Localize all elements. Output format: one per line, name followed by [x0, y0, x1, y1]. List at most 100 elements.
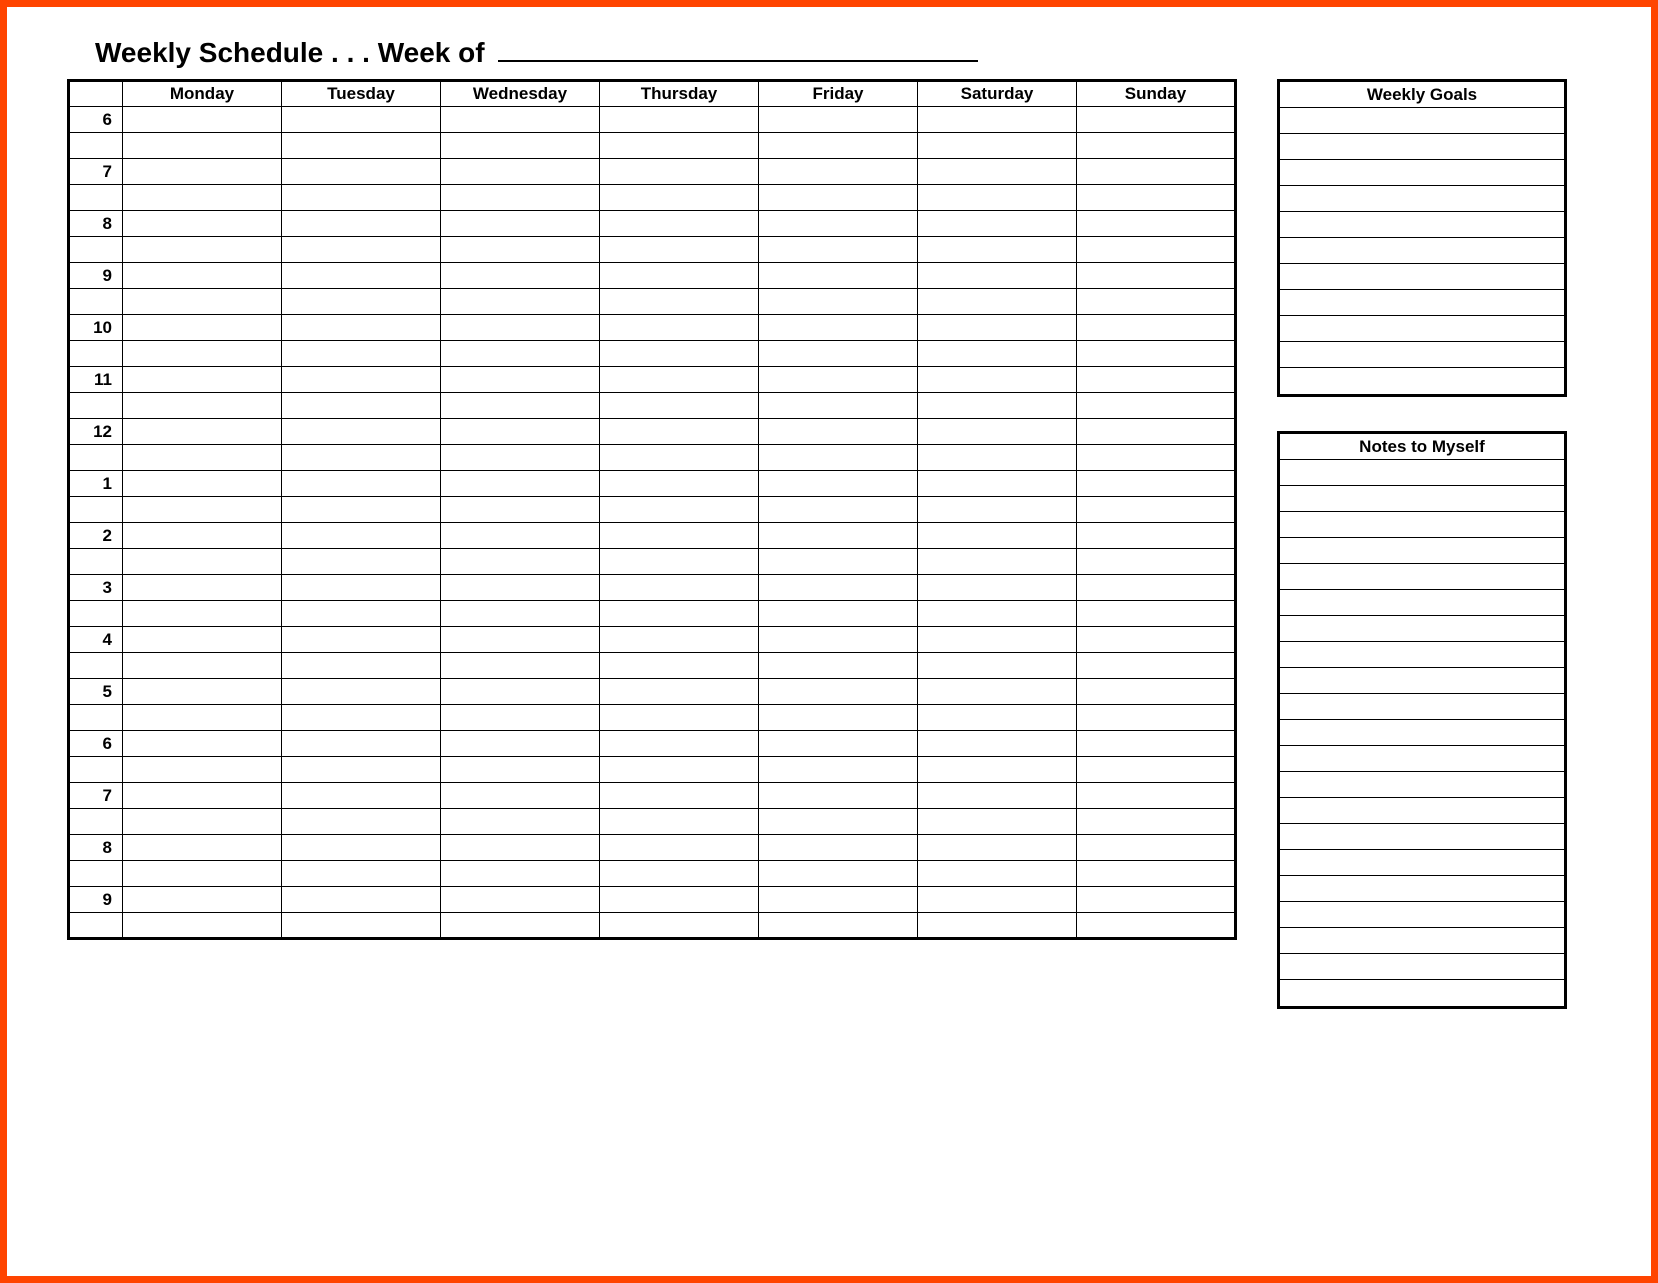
schedule-cell[interactable]: [759, 835, 918, 861]
schedule-cell[interactable]: [1077, 601, 1236, 627]
schedule-cell[interactable]: [759, 705, 918, 731]
schedule-cell[interactable]: [441, 627, 600, 653]
schedule-cell[interactable]: [123, 367, 282, 393]
notes-row[interactable]: [1280, 850, 1564, 876]
notes-row[interactable]: [1280, 616, 1564, 642]
schedule-cell[interactable]: [282, 523, 441, 549]
schedule-cell[interactable]: [441, 497, 600, 523]
schedule-cell[interactable]: [441, 523, 600, 549]
schedule-cell[interactable]: [759, 341, 918, 367]
schedule-cell[interactable]: [759, 627, 918, 653]
schedule-cell[interactable]: [600, 419, 759, 445]
schedule-cell[interactable]: [759, 653, 918, 679]
schedule-cell[interactable]: [441, 653, 600, 679]
schedule-cell[interactable]: [918, 549, 1077, 575]
goals-row[interactable]: [1280, 134, 1564, 160]
goals-row[interactable]: [1280, 290, 1564, 316]
schedule-cell[interactable]: [918, 861, 1077, 887]
notes-row[interactable]: [1280, 668, 1564, 694]
schedule-cell[interactable]: [123, 341, 282, 367]
schedule-cell[interactable]: [282, 159, 441, 185]
schedule-cell[interactable]: [123, 159, 282, 185]
schedule-cell[interactable]: [282, 705, 441, 731]
schedule-cell[interactable]: [918, 913, 1077, 939]
schedule-cell[interactable]: [282, 679, 441, 705]
schedule-cell[interactable]: [918, 315, 1077, 341]
schedule-cell[interactable]: [918, 159, 1077, 185]
schedule-cell[interactable]: [918, 757, 1077, 783]
schedule-cell[interactable]: [1077, 471, 1236, 497]
schedule-cell[interactable]: [123, 575, 282, 601]
schedule-cell[interactable]: [123, 445, 282, 471]
schedule-cell[interactable]: [441, 185, 600, 211]
schedule-cell[interactable]: [759, 783, 918, 809]
goals-row[interactable]: [1280, 368, 1564, 394]
schedule-cell[interactable]: [441, 549, 600, 575]
schedule-cell[interactable]: [918, 601, 1077, 627]
schedule-cell[interactable]: [441, 211, 600, 237]
schedule-cell[interactable]: [918, 575, 1077, 601]
notes-row[interactable]: [1280, 460, 1564, 486]
schedule-cell[interactable]: [600, 731, 759, 757]
schedule-cell[interactable]: [123, 471, 282, 497]
schedule-cell[interactable]: [441, 107, 600, 133]
notes-row[interactable]: [1280, 590, 1564, 616]
notes-row[interactable]: [1280, 538, 1564, 564]
notes-row[interactable]: [1280, 772, 1564, 798]
schedule-cell[interactable]: [1077, 809, 1236, 835]
schedule-cell[interactable]: [282, 471, 441, 497]
schedule-cell[interactable]: [441, 809, 600, 835]
schedule-cell[interactable]: [600, 627, 759, 653]
schedule-cell[interactable]: [600, 159, 759, 185]
schedule-cell[interactable]: [918, 731, 1077, 757]
schedule-cell[interactable]: [282, 913, 441, 939]
goals-row[interactable]: [1280, 342, 1564, 368]
schedule-cell[interactable]: [918, 211, 1077, 237]
schedule-cell[interactable]: [282, 575, 441, 601]
schedule-cell[interactable]: [1077, 107, 1236, 133]
schedule-cell[interactable]: [759, 419, 918, 445]
notes-row[interactable]: [1280, 720, 1564, 746]
schedule-cell[interactable]: [759, 601, 918, 627]
notes-row[interactable]: [1280, 980, 1564, 1006]
goals-row[interactable]: [1280, 238, 1564, 264]
schedule-cell[interactable]: [441, 601, 600, 627]
schedule-cell[interactable]: [441, 835, 600, 861]
schedule-cell[interactable]: [441, 757, 600, 783]
schedule-cell[interactable]: [1077, 913, 1236, 939]
schedule-cell[interactable]: [1077, 523, 1236, 549]
schedule-cell[interactable]: [1077, 237, 1236, 263]
schedule-cell[interactable]: [441, 731, 600, 757]
schedule-cell[interactable]: [600, 133, 759, 159]
schedule-cell[interactable]: [282, 627, 441, 653]
schedule-cell[interactable]: [759, 159, 918, 185]
schedule-cell[interactable]: [441, 861, 600, 887]
schedule-cell[interactable]: [282, 783, 441, 809]
schedule-cell[interactable]: [1077, 835, 1236, 861]
schedule-cell[interactable]: [918, 419, 1077, 445]
schedule-cell[interactable]: [918, 679, 1077, 705]
notes-row[interactable]: [1280, 746, 1564, 772]
schedule-cell[interactable]: [1077, 211, 1236, 237]
schedule-cell[interactable]: [759, 497, 918, 523]
schedule-cell[interactable]: [282, 445, 441, 471]
schedule-cell[interactable]: [600, 341, 759, 367]
schedule-cell[interactable]: [123, 133, 282, 159]
schedule-cell[interactable]: [282, 237, 441, 263]
schedule-cell[interactable]: [282, 549, 441, 575]
goals-row[interactable]: [1280, 160, 1564, 186]
schedule-cell[interactable]: [1077, 653, 1236, 679]
schedule-cell[interactable]: [441, 419, 600, 445]
notes-row[interactable]: [1280, 824, 1564, 850]
schedule-cell[interactable]: [918, 367, 1077, 393]
schedule-cell[interactable]: [282, 289, 441, 315]
schedule-cell[interactable]: [282, 315, 441, 341]
schedule-cell[interactable]: [1077, 731, 1236, 757]
schedule-cell[interactable]: [441, 913, 600, 939]
schedule-cell[interactable]: [441, 445, 600, 471]
schedule-cell[interactable]: [123, 627, 282, 653]
schedule-cell[interactable]: [441, 263, 600, 289]
schedule-cell[interactable]: [918, 471, 1077, 497]
schedule-cell[interactable]: [759, 861, 918, 887]
schedule-cell[interactable]: [759, 549, 918, 575]
